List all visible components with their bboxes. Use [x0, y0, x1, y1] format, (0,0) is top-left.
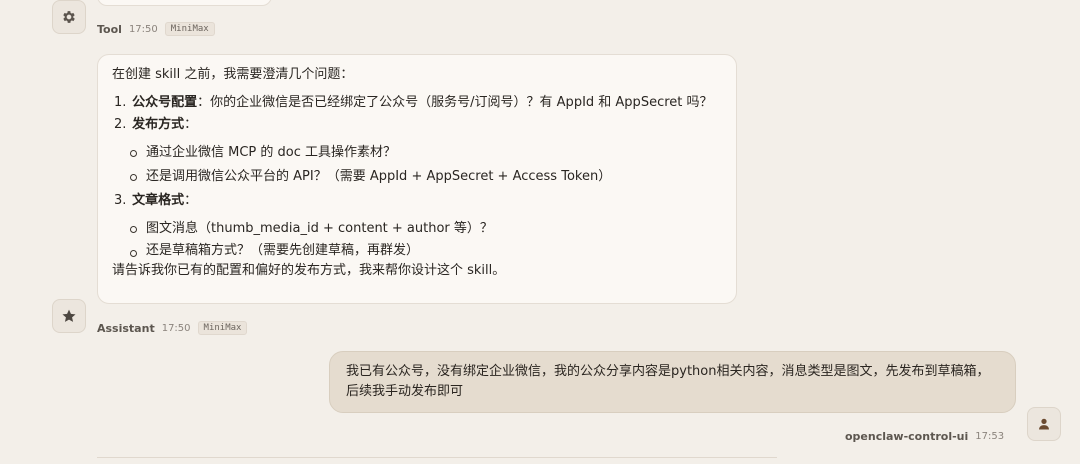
list-item: 3. 文章格式：: [114, 191, 722, 211]
tool-avatar: [52, 0, 86, 34]
tool-message-meta: Tool 17:50 MiniMax: [97, 22, 215, 36]
next-message-edge: [97, 457, 777, 464]
list-item-text: ：: [184, 193, 198, 208]
message-time: 17:50: [128, 23, 158, 35]
user-message-text: 我已有公众号，没有绑定企业微信，我的公众分享内容是python相关内容，消息类型…: [346, 364, 990, 399]
list-item: 1. 公众号配置：你的企业微信是否已经绑定了公众号（服务号/订阅号）？有 App…: [114, 93, 722, 113]
user-message-meta: openclaw-control-ui 17:53: [845, 430, 1004, 443]
sender-name: openclaw-control-ui: [845, 430, 969, 443]
gear-icon: [63, 11, 75, 23]
sub-list: 通过企业微信 MCP 的 doc 工具操作素材？ 还是调用微信公众平台的 API…: [112, 141, 722, 189]
model-badge: MiniMax: [197, 321, 248, 335]
list-item-title: 发布方式: [132, 117, 185, 132]
list-item-text: ：你的企业微信是否已经绑定了公众号（服务号/订阅号）？有 AppId 和 App…: [197, 95, 713, 110]
sub-list: 图文消息（thumb_media_id + content + author 等…: [112, 217, 722, 261]
list-number: 2.: [114, 117, 127, 132]
list-item-title: 公众号配置: [132, 95, 198, 110]
sub-list-item: 通过企业微信 MCP 的 doc 工具操作素材？: [130, 141, 722, 165]
message-outro: 请告诉我你已有的配置和偏好的发布方式，我来帮你设计这个 skill。: [112, 263, 506, 278]
user-icon: [1039, 418, 1049, 430]
list-item-title: 文章格式: [132, 193, 185, 208]
user-avatar: [1027, 407, 1061, 441]
message-intro: 在创建 skill 之前，我需要澄清几个问题：: [112, 67, 354, 82]
sub-list-item: 图文消息（thumb_media_id + content + author 等…: [130, 217, 722, 241]
message-time: 17:53: [975, 431, 1005, 442]
previous-message-bubble: [97, 0, 272, 6]
list-item: 2. 发布方式：: [114, 115, 722, 135]
sender-name: Assistant: [97, 321, 155, 335]
sub-list-item: 还是调用微信公众平台的 API？（需要 AppId + AppSecret + …: [130, 165, 722, 189]
star-icon: [62, 309, 76, 322]
message-time: 17:50: [161, 322, 191, 334]
assistant-message-meta: Assistant 17:50 MiniMax: [97, 321, 248, 335]
model-badge: MiniMax: [164, 22, 215, 36]
list-item-text: ：: [184, 117, 198, 132]
list-number: 1.: [114, 95, 127, 110]
assistant-avatar: [52, 299, 86, 333]
sender-name: Tool: [97, 22, 122, 36]
assistant-message-bubble: 在创建 skill 之前，我需要澄清几个问题： 1. 公众号配置：你的企业微信是…: [97, 54, 737, 304]
user-message-bubble: 我已有公众号，没有绑定企业微信，我的公众分享内容是python相关内容，消息类型…: [329, 351, 1016, 413]
list-number: 3.: [114, 193, 127, 208]
sub-list-item: 还是草稿箱方式？（需要先创建草稿，再群发）: [130, 241, 722, 261]
